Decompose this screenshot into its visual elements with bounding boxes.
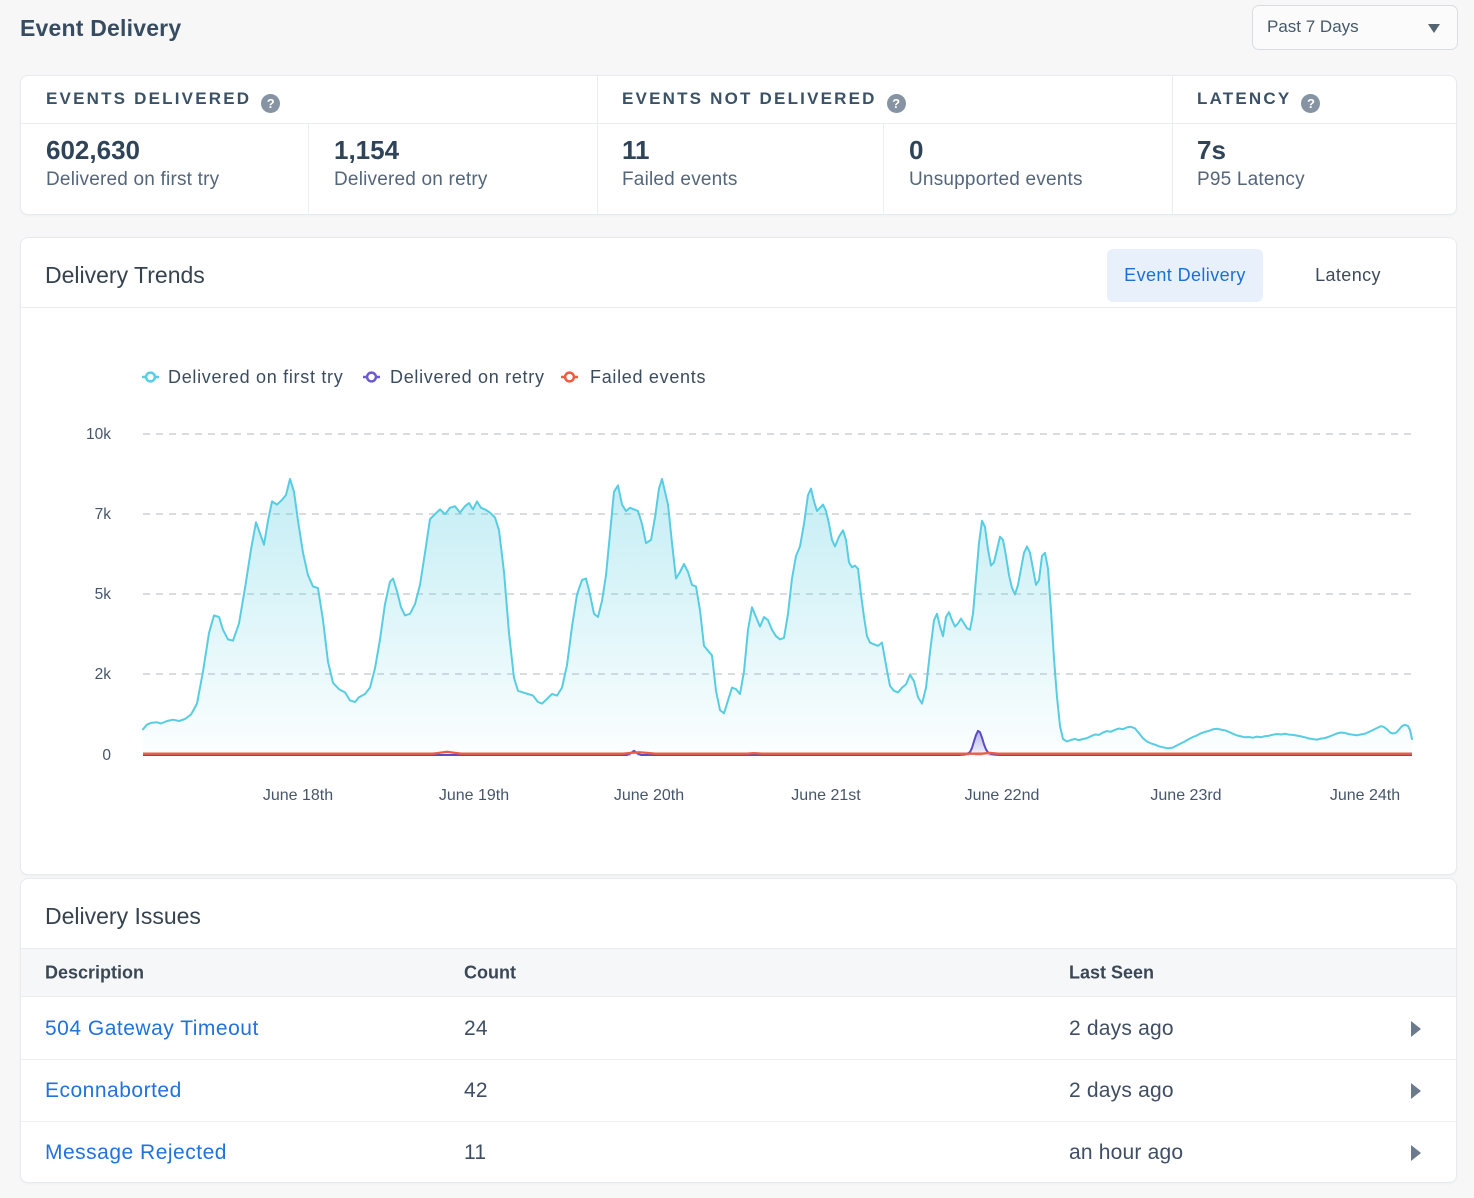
- svg-text:10k: 10k: [86, 426, 111, 443]
- svg-text:5k: 5k: [95, 586, 112, 603]
- svg-text:June 22nd: June 22nd: [965, 787, 1040, 804]
- svg-text:Delivered on retry: Delivered on retry: [390, 367, 545, 387]
- svg-text:June 21st: June 21st: [791, 787, 861, 804]
- svg-text:June 23rd: June 23rd: [1150, 787, 1221, 804]
- svg-text:June 20th: June 20th: [614, 787, 684, 804]
- svg-text:2k: 2k: [95, 666, 112, 683]
- svg-text:7k: 7k: [95, 506, 112, 523]
- svg-text:Failed events: Failed events: [590, 367, 706, 387]
- svg-text:0: 0: [102, 747, 111, 764]
- svg-text:June 19th: June 19th: [439, 787, 509, 804]
- svg-text:June 18th: June 18th: [263, 787, 333, 804]
- svg-text:Delivered on first try: Delivered on first try: [168, 367, 343, 387]
- svg-text:June 24th: June 24th: [1330, 787, 1400, 804]
